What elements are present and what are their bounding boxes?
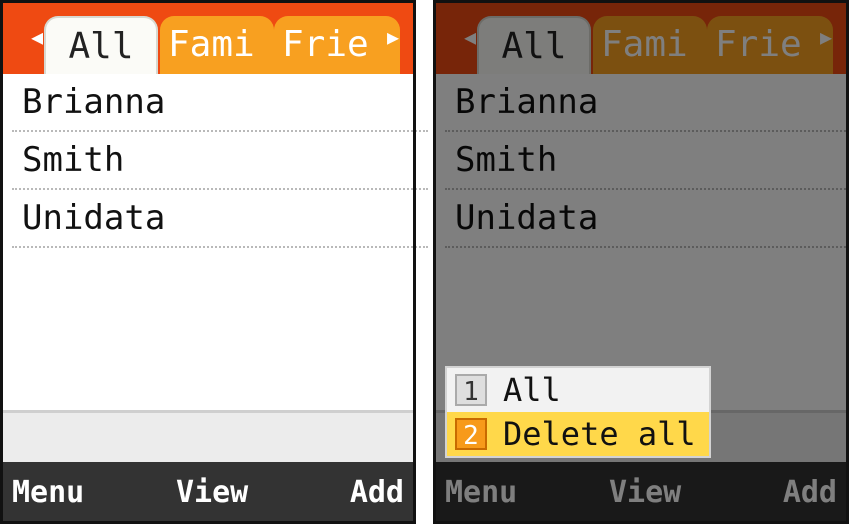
contact-row[interactable]: Unidata (12, 190, 428, 248)
softkey-add[interactable]: Add (350, 462, 404, 524)
menu-item-number: 1 (455, 374, 487, 407)
menu-item-label: Delete all (503, 415, 696, 453)
tab-bar: ◀ All Fami Frie ▶ (0, 0, 416, 74)
contact-row[interactable]: Brianna (12, 74, 428, 132)
contact-row[interactable]: Smith (12, 132, 428, 190)
menu-item-delete-all[interactable]: 2 Delete all (447, 412, 709, 456)
softkey-view[interactable]: View (176, 462, 248, 524)
contact-list: Brianna Smith Unidata (0, 74, 428, 410)
tab-all[interactable]: All (44, 16, 158, 74)
softkey-bar: Menu View Add (0, 462, 416, 524)
menu-item-all[interactable]: 1 All (447, 368, 709, 412)
softkey-menu[interactable]: Menu (12, 462, 84, 524)
menu-item-number: 2 (455, 418, 487, 451)
menu-item-label: All (503, 371, 561, 409)
options-menu: 1 All 2 Delete all (445, 366, 711, 458)
phone-screen-normal: ◀ All Fami Frie ▶ Brianna Smith Unidata … (0, 0, 428, 524)
status-bar (0, 410, 416, 465)
tab-family[interactable]: Fami (160, 16, 274, 74)
right-arrow-icon[interactable]: ▶ (378, 0, 408, 74)
phone-screen-menu-open: ◀ All Fami Frie ▶ Brianna Smith Unidata … (433, 0, 849, 524)
